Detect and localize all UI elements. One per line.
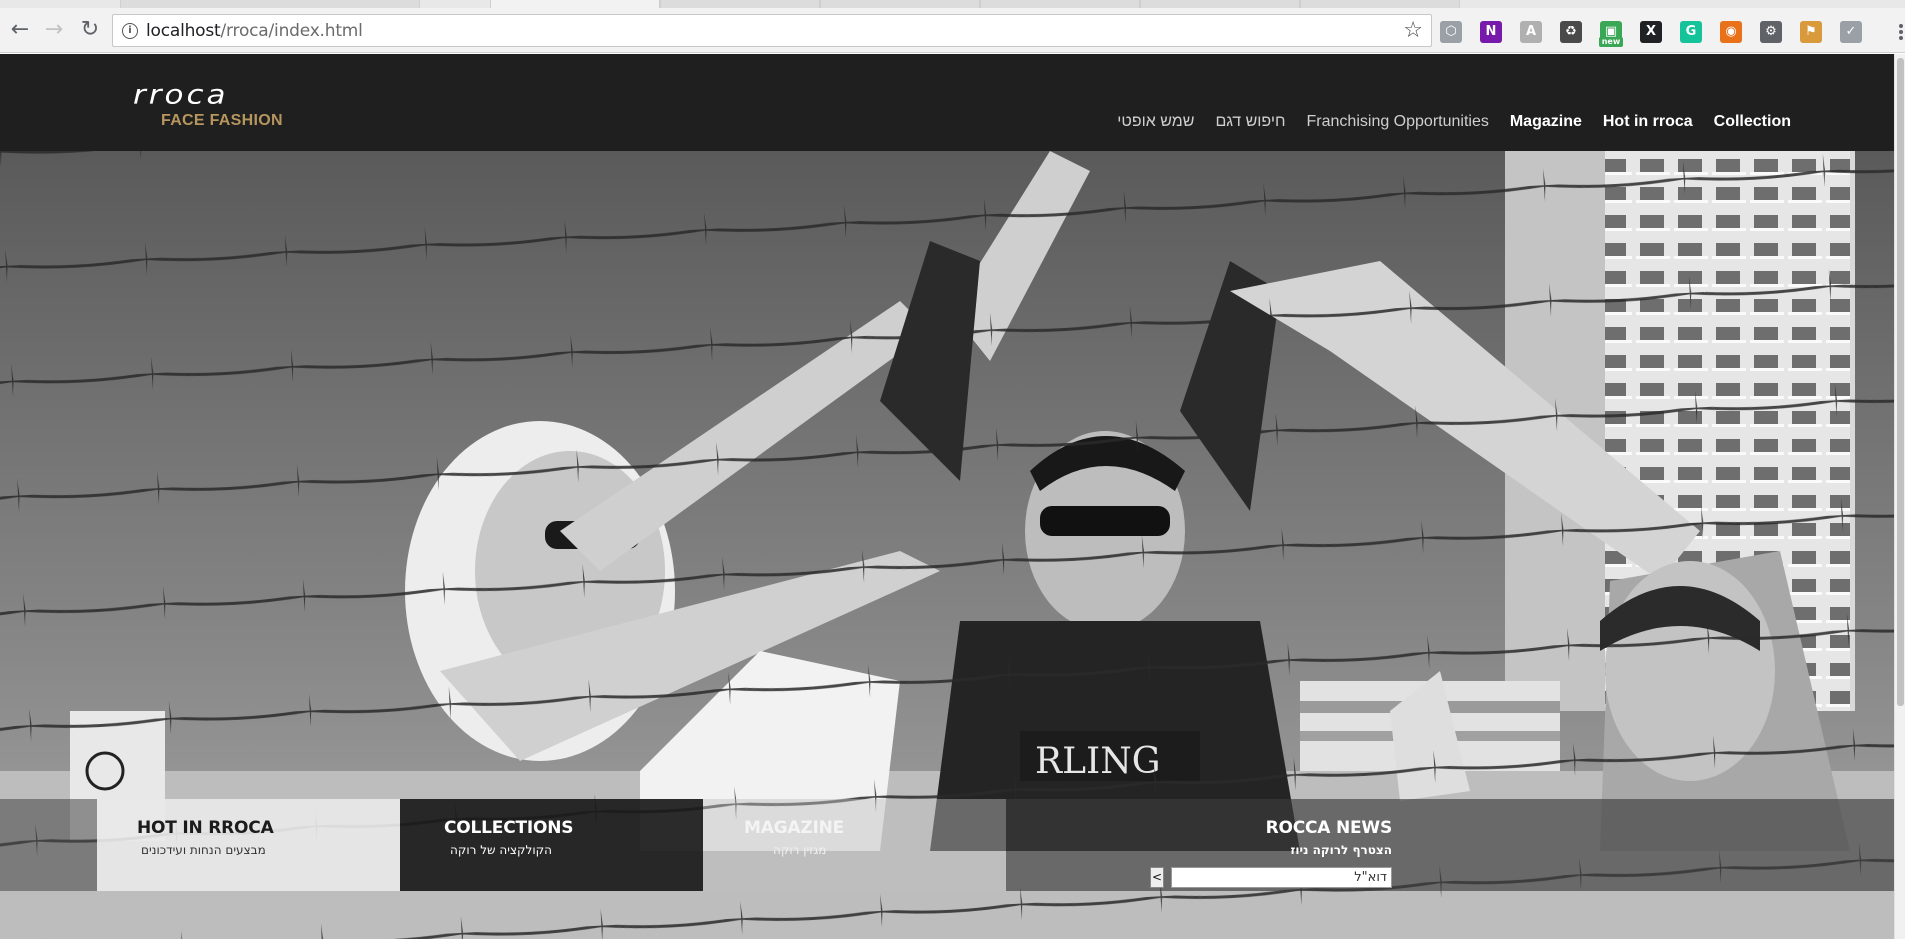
tile-news-title: ROCCA NEWS <box>1265 818 1393 838</box>
back-button[interactable]: ← <box>6 16 34 44</box>
cube-extension-icon[interactable]: ⬡ <box>1440 21 1462 43</box>
url-host: localhost <box>146 21 221 41</box>
new-badge-extension-icon[interactable]: ▣ <box>1599 21 1623 47</box>
onenote-extension-icon[interactable]: N <box>1480 21 1502 43</box>
browser-tab-active[interactable] <box>490 0 660 8</box>
tile-collections-title: COLLECTIONS <box>444 818 574 838</box>
site-info-icon[interactable]: i <box>122 23 138 39</box>
browser-tab[interactable] <box>980 0 1140 8</box>
arrow-left-icon: ← <box>10 17 30 42</box>
nav-collection[interactable]: Collection <box>1714 113 1791 131</box>
browser-menu-button[interactable] <box>1899 24 1903 42</box>
dot <box>1899 30 1903 34</box>
address-bar[interactable]: i localhost/rroca/index.html ☆ <box>112 14 1432 47</box>
bookmark-star-icon[interactable]: ☆ <box>1403 18 1423 43</box>
site-header: rroca FACE FASHION Collection Hot in rro… <box>0 54 1894 151</box>
tile-left-strip <box>0 799 97 891</box>
nav-hot-in-rroca[interactable]: Hot in rroca <box>1603 113 1693 131</box>
reload-button[interactable]: ↻ <box>76 16 104 44</box>
tile-news-subtitle: הצטרף לרוקה ניוז <box>1290 843 1392 857</box>
x-extension-icon[interactable]: X <box>1640 21 1662 43</box>
browser-tab-strip <box>0 0 1905 8</box>
recycle-extension-icon[interactable]: ♻ <box>1560 21 1582 43</box>
nav-magazine[interactable]: Magazine <box>1510 113 1582 131</box>
gear-extension-icon[interactable]: ⚙ <box>1760 21 1782 43</box>
page-scrollbar[interactable] <box>1894 54 1905 939</box>
tile-magazine[interactable]: MAGAZINE מגזין רוקה <box>703 799 1006 891</box>
chrome-color-extension-icon[interactable]: ◉ <box>1720 21 1742 43</box>
tile-collections-subtitle: הקולקציה של רוקה <box>450 843 552 857</box>
nav-model-search[interactable]: חיפוש דגם <box>1215 113 1285 131</box>
newsletter-submit-button[interactable]: < <box>1150 867 1164 888</box>
reload-icon: ↻ <box>80 17 100 42</box>
nav-sun-optics[interactable]: שמש אופטי <box>1117 113 1194 131</box>
logo-wordmark: rroca <box>133 79 229 111</box>
address-url[interactable]: localhost/rroca/index.html <box>146 21 363 41</box>
dot <box>1899 36 1903 40</box>
browser-tab[interactable] <box>820 0 980 8</box>
browser-tab[interactable] <box>120 0 420 8</box>
grammarly-extension-icon[interactable]: G <box>1680 21 1702 43</box>
tile-magazine-subtitle: מגזין רוקה <box>773 843 827 857</box>
tag-extension-icon[interactable]: ⚑ <box>1800 21 1822 43</box>
forward-button[interactable]: → <box>40 16 68 44</box>
logo-tagline: FACE FASHION <box>161 112 283 129</box>
browser-tab[interactable] <box>1140 0 1300 8</box>
newsletter-email-input[interactable] <box>1171 867 1392 888</box>
tile-magazine-title: MAGAZINE <box>744 818 845 838</box>
browser-tab[interactable] <box>1300 0 1460 8</box>
nav-franchising[interactable]: Franchising Opportunities <box>1307 113 1489 131</box>
tile-hot-title: HOT IN RROCA <box>137 818 274 838</box>
tile-hot-subtitle: מבצעים הנחות ועידכונים <box>141 843 266 857</box>
tile-collections[interactable]: COLLECTIONS הקולקציה של רוקה <box>400 799 703 891</box>
dot <box>1899 24 1903 28</box>
browser-tab[interactable] <box>660 0 820 8</box>
scrollbar-thumb[interactable] <box>1897 58 1904 706</box>
cloud-check-extension-icon[interactable]: ✓ <box>1840 21 1862 43</box>
arrow-right-icon: → <box>44 17 64 42</box>
main-nav: Collection Hot in rroca Magazine Franchi… <box>1117 113 1791 131</box>
site-logo[interactable]: rroca FACE FASHION <box>133 82 283 130</box>
tile-hot-in-rroca[interactable]: HOT IN RROCA מבצעים הנחות ועידכונים <box>97 799 400 891</box>
tile-rocca-news: ROCCA NEWS הצטרף לרוקה ניוז < <box>1006 799 1894 891</box>
feature-tiles: HOT IN RROCA מבצעים הנחות ועידכונים COLL… <box>0 799 1894 891</box>
angular-extension-icon[interactable]: A <box>1520 21 1542 43</box>
url-path: /rroca/index.html <box>220 21 363 41</box>
browser-toolbar: ← → ↻ i localhost/rroca/index.html ☆ ⬡ N A… <box>0 8 1905 53</box>
